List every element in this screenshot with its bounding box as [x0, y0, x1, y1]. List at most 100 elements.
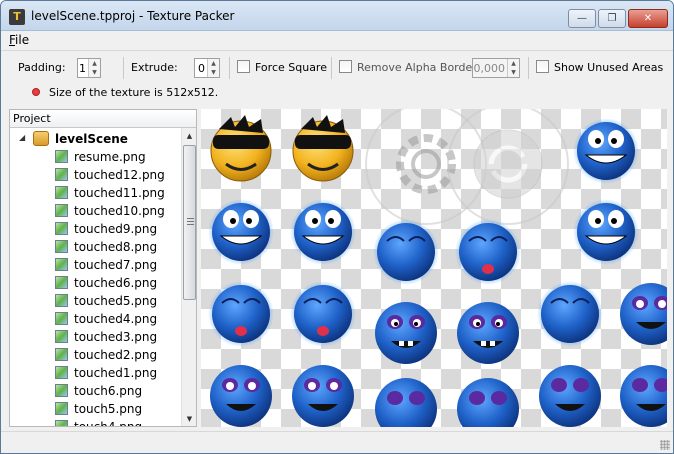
app-icon: T: [9, 9, 25, 25]
padding-spinbox[interactable]: 1 ▲ ▼: [77, 58, 101, 78]
tree-root-label: levelScene: [55, 132, 128, 146]
spin-up-icon[interactable]: ▲: [208, 59, 219, 68]
spin-down-icon[interactable]: ▼: [508, 68, 519, 77]
remove-alpha-border-checkbox[interactable]: [339, 60, 352, 73]
toolbar-separator: [528, 57, 529, 79]
extrude-value: 0: [198, 62, 205, 75]
project-panel-header: Project: [10, 110, 196, 128]
tree-file-item[interactable]: touched4.png: [10, 310, 181, 328]
spin-down-icon[interactable]: ▼: [89, 68, 100, 77]
project-tree[interactable]: ◢ levelScene resume.png touched12.png touc…: [10, 128, 181, 427]
tree-file-item[interactable]: touched5.png: [10, 292, 181, 310]
scroll-thumb[interactable]: [183, 145, 196, 300]
spin-up-icon[interactable]: ▲: [508, 59, 519, 68]
tree-file-label: touched9.png: [74, 222, 158, 236]
title-bar[interactable]: T levelScene.tpproj - Texture Packer — ❐…: [1, 1, 673, 31]
tree-file-label: touch4.png: [74, 420, 143, 427]
force-square-label[interactable]: Force Square: [255, 61, 327, 74]
force-square-checkbox[interactable]: [237, 60, 250, 73]
tree-file-label: touch6.png: [74, 384, 143, 398]
show-unused-areas-label[interactable]: Show Unused Areas: [554, 61, 663, 74]
toolbar-separator: [331, 57, 332, 79]
texture-size-message: Size of the texture is 512x512.: [49, 86, 219, 99]
tree-file-item[interactable]: touch5.png: [10, 400, 181, 418]
alpha-threshold-stepper[interactable]: ▲ ▼: [507, 59, 519, 77]
tree-file-label: touched8.png: [74, 240, 158, 254]
image-file-icon: [55, 402, 68, 415]
extrude-spinbox[interactable]: 0 ▲ ▼: [194, 58, 220, 78]
image-file-icon: [55, 222, 68, 235]
sprite-tongue-blue: [455, 219, 521, 285]
tree-file-item[interactable]: touched9.png: [10, 220, 181, 238]
image-file-icon: [55, 240, 68, 253]
tree-file-item[interactable]: touched12.png: [10, 166, 181, 184]
tree-file-item[interactable]: touched7.png: [10, 256, 181, 274]
image-file-icon: [55, 330, 68, 343]
sprite-cool-yellow: [210, 115, 272, 182]
padding-stepper[interactable]: ▲ ▼: [88, 59, 100, 77]
tree-file-item[interactable]: touched10.png: [10, 202, 181, 220]
image-file-icon: [55, 366, 68, 379]
sprite-bruised-blue: [620, 283, 667, 345]
tree-file-label: resume.png: [74, 150, 146, 164]
tree-file-label: touched7.png: [74, 258, 158, 272]
tree-file-label: touched12.png: [74, 168, 165, 182]
tree-file-label: touched6.png: [74, 276, 158, 290]
tree-file-label: touched3.png: [74, 330, 158, 344]
sprite-tongue-blue: [537, 281, 603, 347]
sprite-happy-blue: [290, 199, 356, 265]
spin-up-icon[interactable]: ▲: [89, 59, 100, 68]
sprite-bruised-blue: [539, 365, 601, 427]
resize-grip-icon[interactable]: [660, 440, 670, 450]
sprite-cool-yellow-2: [292, 115, 354, 182]
spin-down-icon[interactable]: ▼: [208, 68, 219, 77]
texture-canvas[interactable]: [201, 109, 667, 427]
image-file-icon: [55, 168, 68, 181]
status-bar: [1, 431, 673, 453]
error-dot-icon: [32, 88, 40, 96]
tree-root-levelscene[interactable]: ◢ levelScene: [10, 130, 181, 148]
tree-scrollbar[interactable]: ▲ ▼: [181, 128, 196, 426]
sprite-tongue-blue: [290, 281, 356, 347]
tree-file-item[interactable]: touched1.png: [10, 364, 181, 382]
app-window: T levelScene.tpproj - Texture Packer — ❐…: [0, 0, 674, 454]
tree-file-item[interactable]: touched3.png: [10, 328, 181, 346]
image-file-icon: [55, 294, 68, 307]
image-file-icon: [55, 348, 68, 361]
sprite-happy-blue: [573, 199, 639, 265]
sprite-bruised-blue: [375, 378, 437, 427]
maximize-button[interactable]: ❐: [598, 9, 626, 28]
sprite-tongue-blue: [208, 281, 274, 347]
tree-file-label: touched4.png: [74, 312, 158, 326]
toolbar-separator: [229, 57, 230, 79]
tree-file-item[interactable]: touch6.png: [10, 382, 181, 400]
tree-file-item[interactable]: touched8.png: [10, 238, 181, 256]
tree-file-label: touched2.png: [74, 348, 158, 362]
tree-file-item[interactable]: touched11.png: [10, 184, 181, 202]
tree-file-item[interactable]: touched6.png: [10, 274, 181, 292]
remove-alpha-border-label[interactable]: Remove Alpha Border: [357, 61, 477, 74]
toolbar-separator: [123, 57, 124, 79]
scroll-up-icon[interactable]: ▲: [182, 128, 196, 144]
expand-arrow-icon[interactable]: ◢: [19, 133, 25, 142]
tree-file-item[interactable]: touched2.png: [10, 346, 181, 364]
extrude-stepper[interactable]: ▲ ▼: [207, 59, 219, 77]
show-unused-areas-checkbox[interactable]: [536, 60, 549, 73]
close-button[interactable]: ✕: [628, 9, 668, 28]
settings-gear-icon: [365, 109, 487, 225]
scroll-down-icon[interactable]: ▼: [182, 411, 196, 426]
menu-file[interactable]: File: [9, 33, 29, 47]
alpha-threshold-spinbox[interactable]: 0,000 ▲ ▼: [472, 58, 520, 78]
minimize-button[interactable]: —: [568, 9, 596, 28]
tree-file-label: touch5.png: [74, 402, 143, 416]
image-file-icon: [55, 384, 68, 397]
sprite-bruised-blue: [375, 302, 437, 364]
padding-label: Padding:: [18, 61, 66, 74]
image-file-icon: [55, 312, 68, 325]
tree-file-item[interactable]: touch4.png: [10, 418, 181, 427]
tree-file-item[interactable]: resume.png: [10, 148, 181, 166]
tree-file-label: touched10.png: [74, 204, 165, 218]
sprite-happy-blue: [208, 199, 274, 265]
project-panel: Project ◢ levelScene resume.png touched12…: [9, 109, 197, 427]
sprite-tongue-blue: [373, 219, 439, 285]
